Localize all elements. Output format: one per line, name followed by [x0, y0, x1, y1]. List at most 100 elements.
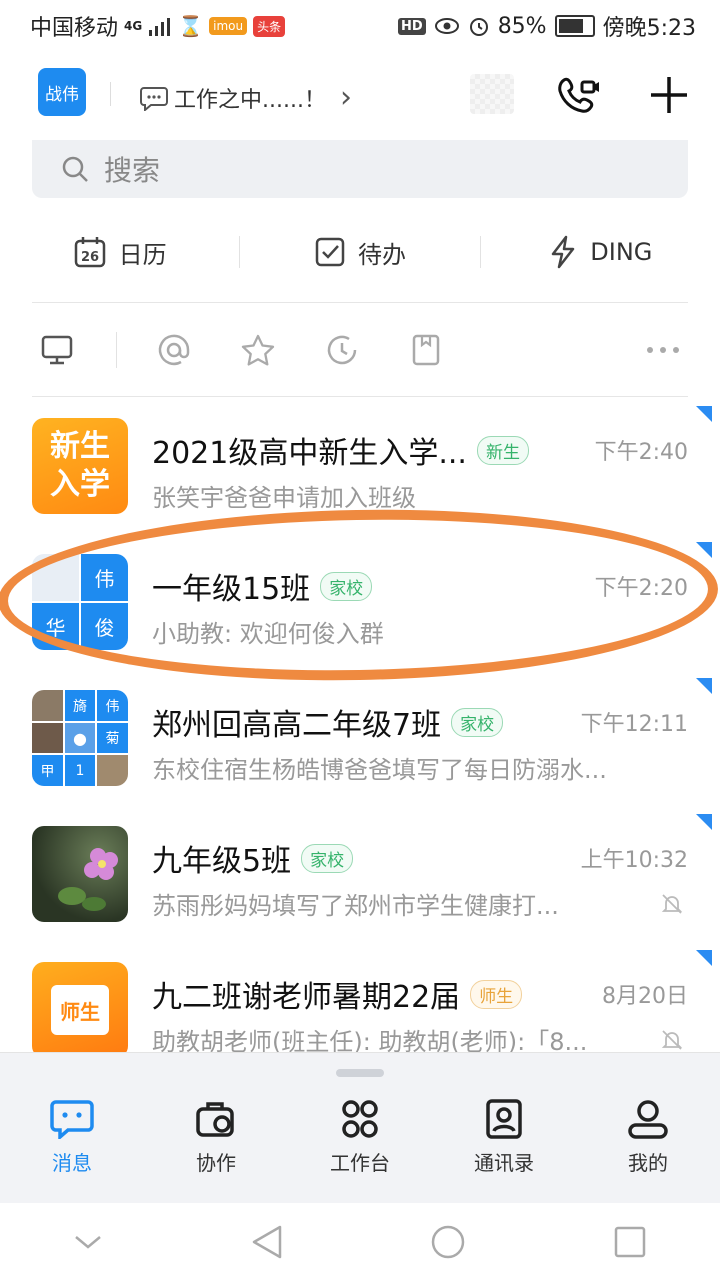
filter-recent[interactable] [317, 325, 367, 375]
nav-label: 工作台 [330, 1151, 390, 1175]
filter-monitor[interactable] [32, 325, 82, 375]
pinned-corner [696, 406, 712, 422]
nav-profile[interactable]: 我的 [576, 1099, 720, 1176]
nav-messages[interactable]: 消息 [0, 1099, 144, 1176]
carrier-label: 中国移动 [30, 16, 119, 41]
avatar-cell: 俊 [81, 603, 128, 650]
drag-handle[interactable] [336, 1069, 384, 1077]
monitor-icon [41, 335, 73, 365]
avatar-cell: 甲 [32, 755, 63, 786]
nav-label: 我的 [628, 1151, 668, 1175]
blurred-avatar[interactable] [470, 74, 514, 114]
recents-icon[interactable] [613, 1225, 647, 1259]
divider [32, 396, 688, 397]
lightning-icon [552, 235, 575, 269]
network-label: 4G [124, 19, 143, 33]
header-divider [110, 82, 111, 106]
book-icon: 师生 [51, 985, 109, 1035]
conversation-row[interactable]: 伟 华 俊 一年级15班 家校 下午2:20 小助教: 欢迎何俊入群 [0, 534, 720, 670]
group-avatar [32, 826, 128, 922]
search-placeholder: 搜索 [104, 154, 161, 187]
person-icon: ● [65, 723, 95, 753]
conversation-tag: 师生 [470, 979, 523, 1009]
bookmark-icon [412, 334, 440, 366]
more-button[interactable] [638, 325, 688, 375]
conversation-preview: 张笑宇爸爸申请加入班级 [152, 484, 416, 512]
home-icon[interactable] [430, 1224, 466, 1260]
avatar-cell: 伟 [97, 690, 128, 721]
hd-badge: HD [398, 17, 426, 35]
conversation-time: 8月20日 [602, 984, 688, 1009]
conversation-time: 下午12:11 [580, 712, 688, 737]
battery-percent: 85% [497, 13, 547, 39]
clock-time: 傍晚5:23 [602, 16, 696, 41]
group-avatar: 伟 华 俊 [32, 554, 128, 650]
eye-icon [434, 18, 459, 34]
conversation-title: 九年级5班 [152, 844, 292, 879]
status-bar: 中国移动 4G ⌛ imou 头条 HD 85% 傍晚5:23 [0, 0, 720, 52]
group-avatar: 师生 [32, 962, 128, 1058]
at-icon [158, 334, 190, 366]
conversation-time: 下午2:40 [594, 440, 688, 465]
bottom-nav: 消息 协作 工作台 通讯录 我的 [0, 1052, 720, 1203]
todo-label: 待办 [357, 240, 406, 269]
user-avatar[interactable]: 战伟 [38, 68, 86, 116]
filter-saved[interactable] [401, 325, 451, 375]
group-avatar: 新生 入学 [32, 418, 128, 514]
conversation-tag: 新生 [476, 435, 529, 465]
conversation-tag: 家校 [320, 571, 373, 601]
conversation-preview: 小助教: 欢迎何俊入群 [152, 620, 384, 648]
ding-button[interactable]: DING [481, 235, 720, 269]
more-icon [647, 347, 679, 353]
todo-button[interactable]: 待办 [240, 235, 479, 270]
collab-icon [196, 1102, 234, 1137]
message-icon [50, 1100, 94, 1139]
contacts-icon [486, 1099, 522, 1139]
ding-label: DING [590, 238, 653, 266]
toutiao-badge: 头条 [253, 15, 286, 37]
pinned-corner [696, 950, 712, 966]
avatar-cell: 菊 [97, 723, 128, 753]
conversation-time: 下午2:20 [594, 576, 688, 601]
collapse-icon[interactable] [73, 1232, 103, 1252]
filter-at[interactable] [149, 325, 199, 375]
status-message[interactable]: 工作之中......！ › [140, 80, 352, 115]
app-header: 战伟 工作之中......！ › [0, 60, 720, 130]
conversation-row[interactable]: 新生 入学 2021级高中新生入学... 新生 下午2:40 张笑宇爸爸申请加入… [0, 398, 720, 534]
chevron-right-icon: › [339, 80, 352, 115]
avatar-cell: 伟 [81, 554, 128, 601]
conversation-preview: 苏雨彤妈妈填写了郑州市学生健康打... [152, 892, 559, 920]
avatar-text: 新生 入学 [50, 429, 110, 502]
video-call-icon[interactable] [554, 72, 604, 118]
flower-image [58, 848, 118, 911]
nav-collab[interactable]: 协作 [144, 1099, 288, 1176]
nav-workbench[interactable]: 工作台 [288, 1099, 432, 1176]
back-icon[interactable] [250, 1224, 284, 1260]
filter-star[interactable] [233, 325, 283, 375]
signal-icon [149, 18, 171, 36]
search-bar[interactable]: 搜索 [32, 140, 688, 198]
calendar-label: 日历 [118, 240, 167, 269]
nav-label: 消息 [52, 1151, 92, 1175]
speech-bubble-icon [140, 86, 168, 111]
workbench-icon [342, 1100, 378, 1138]
avatar-cell: 华 [32, 603, 79, 650]
avatar-cell: 旖 [65, 690, 95, 721]
nav-contacts[interactable]: 通讯录 [432, 1099, 576, 1176]
nav-label: 协作 [196, 1151, 236, 1175]
system-nav-bar [0, 1204, 720, 1280]
conversation-title: 郑州回高高二年级7班 [152, 708, 442, 743]
status-text: 工作之中......！ [174, 87, 326, 113]
conversation-title: 九二班谢老师暑期22届 [152, 980, 461, 1015]
star-icon [241, 334, 275, 366]
filter-bar [32, 324, 688, 376]
plus-icon[interactable] [644, 72, 694, 118]
calendar-button[interactable]: 26 日历 [0, 235, 239, 270]
conversation-row[interactable]: 旖 伟 ● 菊 甲 1 郑州回高高二年级7班 家校 下午12:11 东校住宿生杨… [0, 670, 720, 806]
divider [32, 302, 688, 303]
battery-icon [554, 15, 595, 37]
hourglass-icon: ⌛ [178, 14, 204, 38]
conversation-row[interactable]: 九年级5班 家校 上午10:32 苏雨彤妈妈填写了郑州市学生健康打... [0, 806, 720, 942]
divider [116, 332, 117, 368]
calendar-icon: 26 [74, 237, 105, 268]
